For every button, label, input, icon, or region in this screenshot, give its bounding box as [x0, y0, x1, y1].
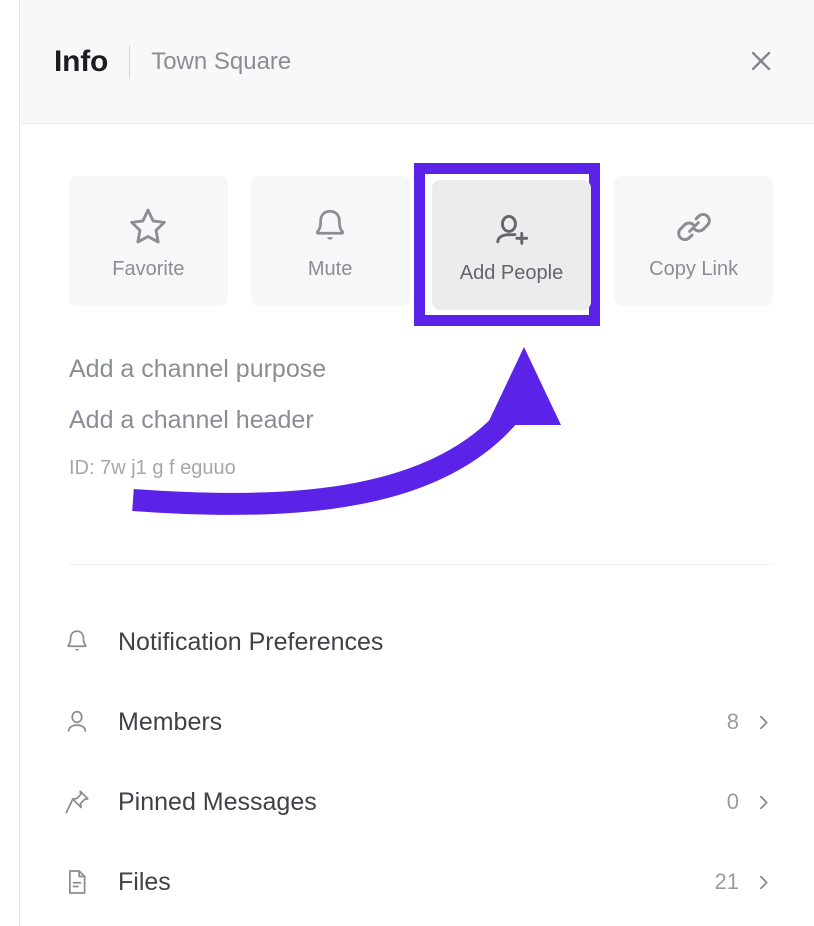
link-icon [672, 202, 716, 252]
add-people-button[interactable]: Add People [432, 180, 591, 310]
page-title: Info [54, 44, 109, 78]
bell-icon [308, 202, 352, 252]
person-icon [62, 707, 104, 737]
list-item-label: Notification Preferences [118, 627, 384, 656]
favorite-button[interactable]: Favorite [69, 176, 228, 306]
mute-label: Mute [307, 257, 353, 280]
add-channel-header[interactable]: Add a channel header [69, 406, 773, 435]
mute-button[interactable]: Mute [250, 176, 410, 306]
copy-link-label: Copy Link [649, 257, 739, 280]
add-people-label: Add People [459, 261, 564, 284]
left-rail-divider [0, 0, 20, 926]
document-icon [62, 867, 104, 897]
copy-link-button[interactable]: Copy Link [614, 176, 773, 306]
list-item-pinned-messages[interactable]: Pinned Messages 0 [62, 762, 773, 842]
section-divider [69, 564, 773, 565]
header-divider [129, 44, 131, 79]
list-item-label: Files [118, 867, 171, 896]
chevron-right-icon [753, 794, 773, 811]
chevron-right-icon [753, 714, 773, 731]
list-item-count: 21 [714, 869, 739, 894]
add-channel-purpose[interactable]: Add a channel purpose [69, 355, 773, 384]
list-item-notification-preferences[interactable]: Notification Preferences [62, 602, 773, 682]
quick-actions-row: Favorite Mute Copy Link [69, 176, 773, 306]
bell-icon [62, 627, 104, 657]
list-item-label: Pinned Messages [118, 787, 317, 816]
pin-icon [62, 787, 104, 817]
chevron-right-icon [753, 874, 773, 891]
info-options-list: Notification Preferences Members 8 Pinne… [62, 602, 773, 922]
panel-header: Info Town Square [21, 0, 814, 124]
header-titles: Info Town Square [54, 0, 291, 123]
list-item-files[interactable]: Files 21 [62, 842, 773, 922]
close-button[interactable] [744, 45, 778, 79]
favorite-label: Favorite [112, 257, 185, 280]
close-icon [748, 48, 774, 77]
channel-id-text: ID: 7w j1 g f eguuo [69, 457, 236, 479]
star-icon [125, 202, 171, 252]
list-item-members[interactable]: Members 8 [62, 682, 773, 762]
list-item-count: 8 [726, 709, 739, 734]
add-person-icon [489, 206, 535, 256]
channel-name: Town Square [151, 47, 292, 75]
channel-info-panel: Info Town Square Favorite Mute Copy Link… [0, 0, 814, 926]
list-item-count: 0 [726, 789, 739, 814]
channel-meta-block: Add a channel purpose Add a channel head… [69, 355, 773, 480]
list-item-label: Members [118, 707, 223, 736]
